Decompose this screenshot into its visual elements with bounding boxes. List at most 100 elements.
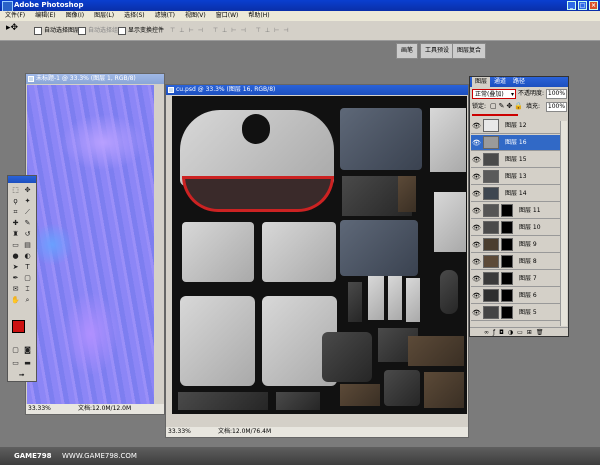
layer-row[interactable]: 👁 图层 16 xyxy=(471,135,563,151)
blur-tool-icon[interactable]: ● xyxy=(11,252,20,261)
auto-select-group-checkbox[interactable]: 自动选择组 xyxy=(78,26,118,35)
standard-mode-icon[interactable]: ▢ xyxy=(11,346,20,355)
eye-icon[interactable]: 👁 xyxy=(472,139,481,147)
delete-layer-icon[interactable]: 🗑 xyxy=(536,328,544,336)
layer-mask-icon[interactable]: ◘ xyxy=(499,328,504,336)
slice-tool-icon[interactable]: ⟋ xyxy=(23,208,32,217)
crop-tool-icon[interactable]: ⌗ xyxy=(11,208,20,217)
tab-layers[interactable]: 图层 xyxy=(472,77,491,87)
minimize-icon[interactable]: _ xyxy=(567,1,576,10)
menu-help[interactable]: 帮助(H) xyxy=(243,11,274,21)
palette-well-tool-presets[interactable]: 工具预设 xyxy=(420,43,455,59)
layer-mask-thumbnail[interactable] xyxy=(501,306,513,319)
eyedropper-tool-icon[interactable]: ⌶ xyxy=(23,285,32,294)
menu-view[interactable]: 视图(V) xyxy=(180,11,211,21)
menu-window[interactable]: 窗口(W) xyxy=(211,11,244,21)
show-transform-controls-checkbox[interactable]: 显示变换控件 xyxy=(118,26,164,35)
normal-map-titlebar[interactable]: 未标题-1 @ 33.3% (图层 1, RGB/8) xyxy=(26,74,164,84)
menu-filter[interactable]: 滤镜(T) xyxy=(150,11,180,21)
tab-paths[interactable]: 路径 xyxy=(510,77,528,87)
layer-row[interactable]: 👁 图层 7 xyxy=(471,271,563,287)
eye-icon[interactable]: 👁 xyxy=(472,173,481,181)
history-brush-tool-icon[interactable]: ↺ xyxy=(23,230,32,239)
zoom-tool-icon[interactable]: ⌕ xyxy=(23,296,32,305)
link-layers-icon[interactable]: ∞ xyxy=(484,328,489,336)
marquee-tool-icon[interactable]: ⬚ xyxy=(11,186,20,195)
healing-brush-tool-icon[interactable]: ✚ xyxy=(11,219,20,228)
align-icons[interactable]: ⊤⊥⊢⊣ ⊤⊥⊢⊣ ⊤⊥⊢⊣ xyxy=(170,26,293,35)
clone-stamp-tool-icon[interactable]: ♜ xyxy=(11,230,20,239)
move-tool-icon[interactable]: ▸✥ xyxy=(6,24,18,33)
layer-row[interactable]: 👁 图层 13 xyxy=(471,169,563,185)
move-tool-icon[interactable]: ✥ xyxy=(23,186,32,195)
lasso-tool-icon[interactable]: ϙ xyxy=(11,197,20,206)
eye-icon[interactable]: 👁 xyxy=(472,292,481,300)
gradient-tool-icon[interactable]: ▤ xyxy=(23,241,32,250)
lock-icons[interactable]: ▢✎✥🔒 xyxy=(490,102,525,110)
layers-scrollbar[interactable] xyxy=(560,121,567,326)
menu-select[interactable]: 选择(S) xyxy=(119,11,150,21)
eye-icon[interactable]: 👁 xyxy=(472,275,481,283)
layer-mask-thumbnail[interactable] xyxy=(501,272,513,285)
normal-map-canvas[interactable] xyxy=(27,85,154,404)
eye-icon[interactable]: 👁 xyxy=(472,156,481,164)
layer-row[interactable]: 👁 图层 15 xyxy=(471,152,563,168)
magic-wand-tool-icon[interactable]: ✦ xyxy=(23,197,32,206)
adjustment-layer-icon[interactable]: ◑ xyxy=(508,328,513,336)
quick-mask-mode-icon[interactable]: ◙ xyxy=(23,346,32,355)
eye-icon[interactable]: 👁 xyxy=(472,309,481,317)
brush-tool-icon[interactable]: ✎ xyxy=(23,219,32,228)
menu-layer[interactable]: 图层(L) xyxy=(89,11,119,21)
eye-icon[interactable]: 👁 xyxy=(472,207,481,215)
layer-style-icon[interactable]: ƒ xyxy=(493,328,495,336)
full-screen-mode-icon[interactable]: ▬ xyxy=(23,359,32,368)
eye-icon[interactable]: 👁 xyxy=(472,241,481,249)
foreground-color-swatch[interactable] xyxy=(12,320,25,333)
dodge-tool-icon[interactable]: ◐ xyxy=(23,252,32,261)
new-layer-icon[interactable]: ⊞ xyxy=(527,328,532,336)
layer-row[interactable]: 👁 图层 11 xyxy=(471,203,563,219)
menu-image[interactable]: 图像(I) xyxy=(61,11,89,21)
texture-canvas[interactable] xyxy=(172,96,467,414)
opacity-input[interactable]: 100% xyxy=(546,89,567,99)
layer-mask-thumbnail[interactable] xyxy=(501,204,513,217)
layer-row[interactable]: 👁 图层 10 xyxy=(471,220,563,236)
screen-mode-icon[interactable]: ▭ xyxy=(11,359,20,368)
eye-icon[interactable]: 👁 xyxy=(472,258,481,266)
hand-tool-icon[interactable]: ✋ xyxy=(11,296,20,305)
pen-tool-icon[interactable]: ✒ xyxy=(11,274,20,283)
close-icon[interactable]: × xyxy=(589,1,598,10)
eye-icon[interactable]: 👁 xyxy=(472,122,481,130)
shape-tool-icon[interactable]: ▢ xyxy=(23,274,32,283)
auto-select-layer-checkbox[interactable]: 自动选择图层 xyxy=(34,26,80,35)
eye-icon[interactable]: 👁 xyxy=(472,190,481,198)
layer-row[interactable]: 👁 图层 5 xyxy=(471,305,563,321)
layer-row[interactable]: 👁 图层 9 xyxy=(471,237,563,253)
jump-to-imageready-icon[interactable]: ➟ xyxy=(17,371,26,380)
palette-well-layer-comps[interactable]: 图层复合 xyxy=(452,43,487,59)
fill-input[interactable]: 100% xyxy=(546,102,567,112)
blend-mode-select[interactable]: 正常(叠加) ▾ xyxy=(472,89,516,99)
tab-channels[interactable]: 通道 xyxy=(491,77,509,87)
toolbox-titlebar[interactable] xyxy=(8,176,36,183)
normal-map-zoom[interactable]: 33.33% xyxy=(28,404,51,414)
eye-icon[interactable]: 👁 xyxy=(472,224,481,232)
menu-edit[interactable]: 编辑(E) xyxy=(30,11,60,21)
layer-row[interactable]: 👁 图层 8 xyxy=(471,254,563,270)
maximize-icon[interactable]: □ xyxy=(578,1,587,10)
path-selection-tool-icon[interactable]: ➤ xyxy=(11,263,20,272)
type-tool-icon[interactable]: T xyxy=(23,263,32,272)
new-group-icon[interactable]: ▭ xyxy=(517,328,523,336)
texture-titlebar[interactable]: cu.psd @ 33.3% (图层 16, RGB/8) xyxy=(166,85,468,95)
layer-row[interactable]: 👁 图层 12 xyxy=(471,118,563,134)
layer-row[interactable]: 👁 图层 6 xyxy=(471,288,563,304)
layer-mask-thumbnail[interactable] xyxy=(501,255,513,268)
layer-mask-thumbnail[interactable] xyxy=(501,289,513,302)
layer-row[interactable]: 👁 图层 14 xyxy=(471,186,563,202)
layer-mask-thumbnail[interactable] xyxy=(501,238,513,251)
palette-well-brushes[interactable]: 画笔 xyxy=(396,43,419,59)
texture-zoom[interactable]: 33.33% xyxy=(168,427,191,437)
notes-tool-icon[interactable]: ✉ xyxy=(11,285,20,294)
layer-mask-thumbnail[interactable] xyxy=(501,221,513,234)
texture-window[interactable]: cu.psd @ 33.3% (图层 16, RGB/8) 33.33% 文档:… xyxy=(165,84,469,438)
